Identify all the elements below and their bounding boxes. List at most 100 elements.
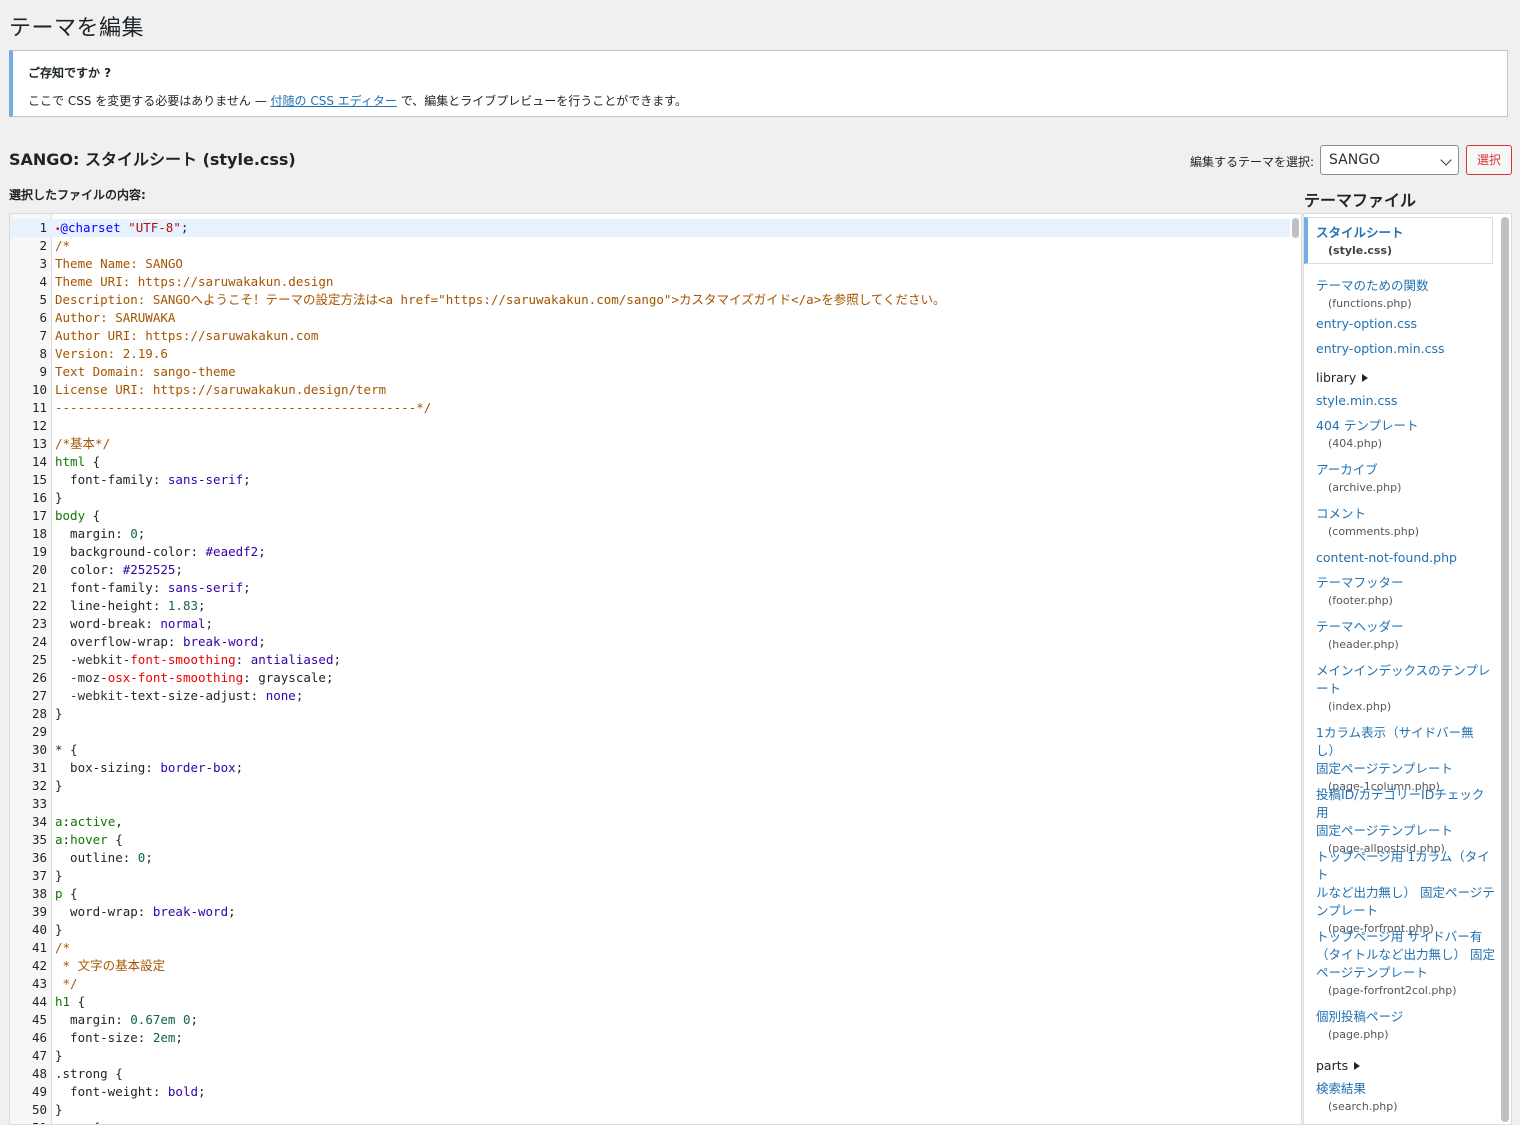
code-line[interactable]: 7 Author URI: https://saruwakakun.com — [10, 327, 1290, 345]
code-line[interactable]: 38 p { — [10, 885, 1290, 903]
editor-scrollbar[interactable] — [1292, 218, 1299, 238]
code-line[interactable]: 12 — [10, 417, 1290, 435]
code-line[interactable]: 29 — [10, 723, 1290, 741]
code-line[interactable]: 43 */ — [10, 975, 1290, 993]
line-code: background-color: #eaedf2; — [55, 544, 266, 559]
code-line[interactable]: 27 -webkit-text-size-adjust: none; — [10, 687, 1290, 705]
code-line[interactable]: 41 /* — [10, 939, 1290, 957]
line-code: p { — [55, 886, 78, 901]
code-line[interactable]: 20 color: #252525; — [10, 561, 1290, 579]
theme-select[interactable]: SANGO — [1320, 145, 1459, 175]
file-item[interactable]: トップページ用 サイドバー有 （タイトルなど出力無し） 固定 ページテンプレート… — [1316, 928, 1496, 997]
code-line[interactable]: 10 License URI: https://saruwakakun.desig… — [10, 381, 1290, 399]
code-line[interactable]: 40} — [10, 921, 1290, 939]
code-line[interactable]: 51 .. { — [10, 1119, 1290, 1124]
line-code: * { — [55, 742, 78, 757]
code-line[interactable]: 35 a:hover { — [10, 831, 1290, 849]
file-label: 404 テンプレート — [1316, 418, 1419, 433]
line-number: 28 — [31, 706, 47, 721]
css-editor-link[interactable]: 付随の CSS エディター — [271, 94, 397, 108]
code-line[interactable]: 32} — [10, 777, 1290, 795]
code-editor[interactable]: 1 •@charset "UTF-8"; 2 /* 3 Theme Name: SANGO… — [9, 213, 1302, 1125]
file-item[interactable]: 1カラム表示（サイドバー無し） 固定ページテンプレート (page-1column… — [1316, 724, 1496, 793]
line-code: margin: 0; — [55, 526, 146, 541]
notice-title: ご存知ですか ? — [28, 66, 112, 80]
file-name: (page-forfront2col.php) — [1328, 984, 1457, 997]
code-line[interactable]: 17 body { — [10, 507, 1290, 525]
line-number: 42 — [31, 958, 47, 973]
select-theme-button[interactable]: 選択 — [1466, 145, 1512, 175]
file-item[interactable]: content-not-found.php — [1316, 549, 1496, 567]
code-line[interactable]: 6 Author: SARUWAKA — [10, 309, 1290, 327]
file-item[interactable]: コメント (comments.php) — [1316, 505, 1496, 538]
line-number: 21 — [31, 580, 47, 595]
folder-item[interactable]: library — [1316, 367, 1496, 386]
code-line[interactable]: 46 font-size: 2em; — [10, 1029, 1290, 1047]
file-item[interactable]: 個別投稿ページ (page.php) — [1316, 1008, 1496, 1041]
sidebar-title: テーマファイル — [1304, 191, 1417, 210]
line-code: font-size: 2em; — [55, 1030, 183, 1045]
line-number: 9 — [39, 364, 47, 379]
file-item[interactable]: 404 テンプレート (404.php) — [1316, 417, 1496, 450]
code-line[interactable]: 26 -moz-osx-font-smoothing: grayscale; — [10, 669, 1290, 687]
code-line[interactable]: 21 font-family: sans-serif; — [10, 579, 1290, 597]
file-label: スタイルシート — [1316, 225, 1404, 240]
code-line[interactable]: 36 outline: 0; — [10, 849, 1290, 867]
code-line[interactable]: 5 Description: SANGOへようこそ！テーマの設定方法は<a hre… — [10, 291, 1290, 309]
file-item[interactable]: テーマヘッダー (header.php) — [1316, 618, 1496, 651]
code-line[interactable]: 8 Version: 2.19.6 — [10, 345, 1290, 363]
file-list-scrollbar[interactable] — [1501, 217, 1509, 1122]
folder-item[interactable]: parts — [1316, 1055, 1496, 1074]
file-item[interactable]: テーマフッター (footer.php) — [1316, 574, 1496, 607]
code-line[interactable]: 24 overflow-wrap: break-word; — [10, 633, 1290, 651]
file-item[interactable]: entry-option.css — [1316, 315, 1496, 333]
code-line[interactable]: 4 Theme URI: https://saruwakakun.design — [10, 273, 1290, 291]
line-code: color: #252525; — [55, 562, 183, 577]
code-line[interactable]: 18 margin: 0; — [10, 525, 1290, 543]
code-line[interactable]: 25 -webkit-font-smoothing: antialiased; — [10, 651, 1290, 669]
code-line[interactable]: 34 a:active, — [10, 813, 1290, 831]
code-line[interactable]: 37} — [10, 867, 1290, 885]
code-line[interactable]: 30 * { — [10, 741, 1290, 759]
code-line[interactable]: 31 box-sizing: border-box; — [10, 759, 1290, 777]
file-item[interactable]: テーマのための関数 (functions.php) — [1316, 277, 1496, 310]
code-line[interactable]: 48 .strong { — [10, 1065, 1290, 1083]
line-number: 33 — [31, 796, 47, 811]
file-item[interactable]: メインインデックスのテンプレ ート (index.php) — [1316, 662, 1496, 713]
code-line[interactable]: 3 Theme Name: SANGO — [10, 255, 1290, 273]
code-line[interactable]: 44 h1 { — [10, 993, 1290, 1011]
code-line[interactable]: 47} — [10, 1047, 1290, 1065]
code-line[interactable]: 28} — [10, 705, 1290, 723]
line-number: 25 — [31, 652, 47, 667]
code-line[interactable]: 22 line-height: 1.83; — [10, 597, 1290, 615]
file-item[interactable]: スタイルシート (style.css) — [1304, 217, 1493, 264]
file-label: トップページ用 1カラム（タイト ルなど出力無し） 固定ページテ ンプレート — [1316, 849, 1495, 918]
code-line[interactable]: 16} — [10, 489, 1290, 507]
file-label: 検索結果 — [1316, 1081, 1367, 1096]
code-line[interactable]: 19 background-color: #eaedf2; — [10, 543, 1290, 561]
file-item[interactable]: entry-option.min.css — [1316, 340, 1496, 358]
code-line[interactable]: 2 /* — [10, 237, 1290, 255]
code-line[interactable]: 50} — [10, 1101, 1290, 1119]
code-line[interactable]: 42 * 文字の基本設定 — [10, 957, 1290, 975]
file-name: (style.css) — [1328, 244, 1393, 257]
code-line[interactable]: 9 Text Domain: sango-theme — [10, 363, 1290, 381]
file-item[interactable]: トップページ用 1カラム（タイト ルなど出力無し） 固定ページテ ンプレート (p… — [1316, 848, 1496, 935]
code-line[interactable]: 1 •@charset "UTF-8"; — [10, 219, 1290, 237]
code-line[interactable]: 33 — [10, 795, 1290, 813]
code-line[interactable]: 13 /*基本*/ — [10, 435, 1290, 453]
code-line[interactable]: 14 html { — [10, 453, 1290, 471]
file-label: テーマヘッダー — [1316, 619, 1404, 634]
line-number: 40 — [31, 922, 47, 937]
code-line[interactable]: 11 --------------------------------------… — [10, 399, 1290, 417]
code-line[interactable]: 23 word-break: normal; — [10, 615, 1290, 633]
code-line[interactable]: 15 font-family: sans-serif; — [10, 471, 1290, 489]
line-code: •@charset "UTF-8"; — [55, 220, 189, 235]
code-line[interactable]: 39 word-wrap: break-word; — [10, 903, 1290, 921]
file-item[interactable]: style.min.css — [1316, 392, 1496, 410]
file-item[interactable]: 投稿ID/カテゴリーIDチェック用 固定ページテンプレート (page-allpo… — [1316, 786, 1496, 855]
code-line[interactable]: 49 font-weight: bold; — [10, 1083, 1290, 1101]
file-item[interactable]: アーカイブ (archive.php) — [1316, 461, 1496, 494]
code-line[interactable]: 45 margin: 0.67em 0; — [10, 1011, 1290, 1029]
file-item[interactable]: 検索結果 (search.php) — [1316, 1080, 1496, 1113]
